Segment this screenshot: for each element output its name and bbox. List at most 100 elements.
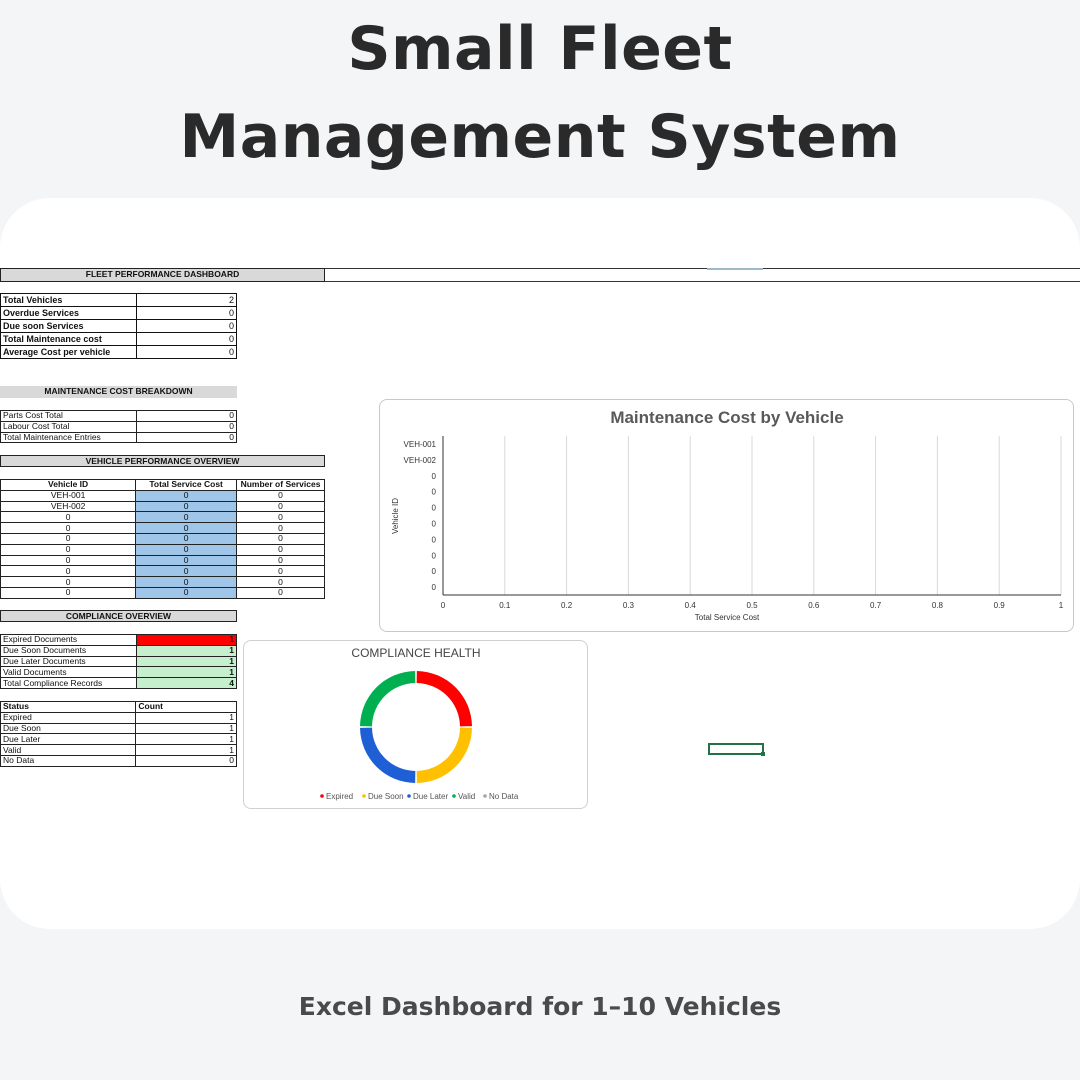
status-count[interactable]: 1 bbox=[135, 722, 237, 735]
service-cost-cell[interactable]: 0 bbox=[135, 586, 238, 599]
fill-handle[interactable] bbox=[761, 752, 765, 756]
fleet-performance-table: Total Vehicles 2 Overdue Services 0 Due soon… bbox=[0, 293, 238, 359]
vehicle-id-cell[interactable]: 0 bbox=[0, 576, 137, 588]
column-header[interactable]: Number of Services bbox=[236, 479, 325, 491]
compliance-value[interactable]: 1 bbox=[135, 644, 238, 657]
maintenance-label[interactable]: Total Maintenance Entries bbox=[0, 431, 137, 444]
x-axis-label: Total Service Cost bbox=[695, 613, 760, 622]
table-header-row: Status Count bbox=[0, 701, 237, 713]
maintenance-value[interactable]: 0 bbox=[135, 431, 238, 444]
compliance-row: Due Later Documents 1 bbox=[0, 655, 238, 668]
status-count[interactable]: 1 bbox=[135, 744, 237, 756]
status-row: Valid 1 bbox=[0, 744, 237, 756]
fleet-label[interactable]: Average Cost per vehicle bbox=[0, 345, 137, 359]
status-row: No Data 0 bbox=[0, 754, 237, 767]
compliance-label[interactable]: Total Compliance Records bbox=[0, 677, 137, 689]
vehicle-id-cell[interactable]: 0 bbox=[0, 543, 137, 556]
compliance-label[interactable]: Valid Documents bbox=[0, 666, 137, 679]
fleet-label[interactable]: Total Maintenance cost bbox=[0, 332, 137, 346]
selected-cell[interactable] bbox=[708, 743, 765, 756]
status-count-table: Status Count Expired 1 Due Soon 1 Due Later 1 V… bbox=[0, 701, 237, 767]
compliance-row: Valid Documents 1 bbox=[0, 666, 238, 679]
fleet-label[interactable]: Total Vehicles bbox=[0, 293, 137, 307]
fleet-value[interactable]: 0 bbox=[135, 319, 238, 333]
legend-marker bbox=[452, 794, 456, 798]
service-cost-cell[interactable]: 0 bbox=[135, 489, 238, 502]
fleet-row: Overdue Services 0 bbox=[0, 306, 238, 320]
service-count-cell[interactable]: 0 bbox=[236, 522, 325, 534]
column-header[interactable]: Total Service Cost bbox=[135, 479, 238, 491]
chart-title: Maintenance Cost by Vehicle bbox=[610, 408, 843, 427]
fleet-value[interactable]: 0 bbox=[135, 332, 238, 346]
vehicle-id-cell[interactable]: 0 bbox=[0, 565, 137, 578]
status-label[interactable]: Valid bbox=[0, 744, 137, 756]
status-label[interactable]: Due Later bbox=[0, 733, 137, 746]
service-cost-cell[interactable]: 0 bbox=[135, 511, 238, 524]
fleet-row: Total Vehicles 2 bbox=[0, 293, 238, 307]
y-tick-label: 0 bbox=[432, 488, 437, 497]
fleet-value[interactable]: 0 bbox=[135, 345, 238, 359]
service-count-cell[interactable]: 0 bbox=[236, 500, 325, 513]
vehicle-id-cell[interactable]: VEH-002 bbox=[0, 500, 137, 513]
fleet-row: Total Maintenance cost 0 bbox=[0, 332, 238, 346]
legend-marker bbox=[483, 794, 487, 798]
status-label[interactable]: No Data bbox=[0, 754, 137, 767]
service-count-cell[interactable]: 0 bbox=[236, 565, 325, 578]
status-label[interactable]: Expired bbox=[0, 711, 137, 724]
service-count-cell[interactable]: 0 bbox=[236, 543, 325, 556]
service-count-cell[interactable]: 0 bbox=[236, 586, 325, 599]
service-cost-cell[interactable]: 0 bbox=[135, 565, 238, 578]
maintenance-value[interactable]: 0 bbox=[135, 420, 238, 433]
status-count[interactable]: 1 bbox=[135, 733, 237, 746]
compliance-label[interactable]: Due Later Documents bbox=[0, 655, 137, 668]
compliance-label[interactable]: Due Soon Documents bbox=[0, 644, 137, 657]
status-label[interactable]: Due Soon bbox=[0, 722, 137, 735]
maintenance-breakdown-header: MAINTENANCE COST BREAKDOWN bbox=[0, 386, 237, 398]
vehicle-performance-header: VEHICLE PERFORMANCE OVERVIEW bbox=[0, 455, 325, 467]
legend-label: Expired bbox=[326, 792, 353, 801]
service-cost-cell[interactable]: 0 bbox=[135, 576, 238, 588]
vehicle-id-cell[interactable]: 0 bbox=[0, 532, 137, 545]
fleet-label[interactable]: Overdue Services bbox=[0, 306, 137, 320]
service-cost-cell[interactable]: 0 bbox=[135, 554, 238, 567]
fleet-value[interactable]: 0 bbox=[135, 306, 238, 320]
service-count-cell[interactable]: 0 bbox=[236, 489, 325, 502]
column-header[interactable]: Count bbox=[135, 701, 237, 713]
status-count[interactable]: 1 bbox=[135, 711, 237, 724]
vehicle-row: 000 bbox=[0, 532, 325, 545]
page-title-line2: Management System bbox=[179, 102, 901, 172]
service-cost-cell[interactable]: 0 bbox=[135, 532, 238, 545]
compliance-label[interactable]: Expired Documents bbox=[0, 634, 137, 646]
service-cost-cell[interactable]: 0 bbox=[135, 522, 238, 534]
status-count[interactable]: 0 bbox=[135, 754, 237, 767]
donut-slice bbox=[360, 727, 416, 783]
spreadsheet-panel: FLEET PERFORMANCE DASHBOARD Total Vehicl… bbox=[0, 198, 1080, 929]
maintenance-label[interactable]: Parts Cost Total bbox=[0, 410, 137, 422]
compliance-value[interactable]: 1 bbox=[135, 666, 238, 679]
maintenance-value[interactable]: 0 bbox=[135, 410, 238, 422]
compliance-health-chart[interactable]: COMPLIANCE HEALTH Expired Due Soon Due Late… bbox=[243, 640, 588, 809]
vehicle-id-cell[interactable]: 0 bbox=[0, 522, 137, 534]
vehicle-id-cell[interactable]: 0 bbox=[0, 554, 137, 567]
column-header[interactable]: Status bbox=[0, 701, 137, 713]
compliance-value[interactable]: 4 bbox=[135, 677, 238, 689]
vehicle-id-cell[interactable]: 0 bbox=[0, 511, 137, 524]
compliance-value[interactable]: 1 bbox=[135, 655, 238, 668]
service-cost-cell[interactable]: 0 bbox=[135, 500, 238, 513]
fleet-label[interactable]: Due soon Services bbox=[0, 319, 137, 333]
compliance-value[interactable]: 1 bbox=[135, 634, 238, 646]
vehicle-id-cell[interactable]: VEH-001 bbox=[0, 489, 137, 502]
maintenance-cost-chart[interactable]: Maintenance Cost by Vehicle 0 0.1 0.2 0.3 0.4… bbox=[379, 399, 1074, 632]
service-cost-cell[interactable]: 0 bbox=[135, 543, 238, 556]
column-header[interactable]: Vehicle ID bbox=[0, 479, 137, 491]
service-count-cell[interactable]: 0 bbox=[236, 554, 325, 567]
service-count-cell[interactable]: 0 bbox=[236, 576, 325, 588]
fleet-value[interactable]: 2 bbox=[135, 293, 238, 307]
x-tick-label: 1 bbox=[1059, 601, 1064, 610]
service-count-cell[interactable]: 0 bbox=[236, 532, 325, 545]
compliance-overview-table: Expired Documents 1 Due Soon Documents 1 Due… bbox=[0, 634, 238, 689]
x-tick-label: 0.2 bbox=[561, 601, 573, 610]
service-count-cell[interactable]: 0 bbox=[236, 511, 325, 524]
maintenance-label[interactable]: Labour Cost Total bbox=[0, 420, 137, 433]
vehicle-id-cell[interactable]: 0 bbox=[0, 586, 137, 599]
